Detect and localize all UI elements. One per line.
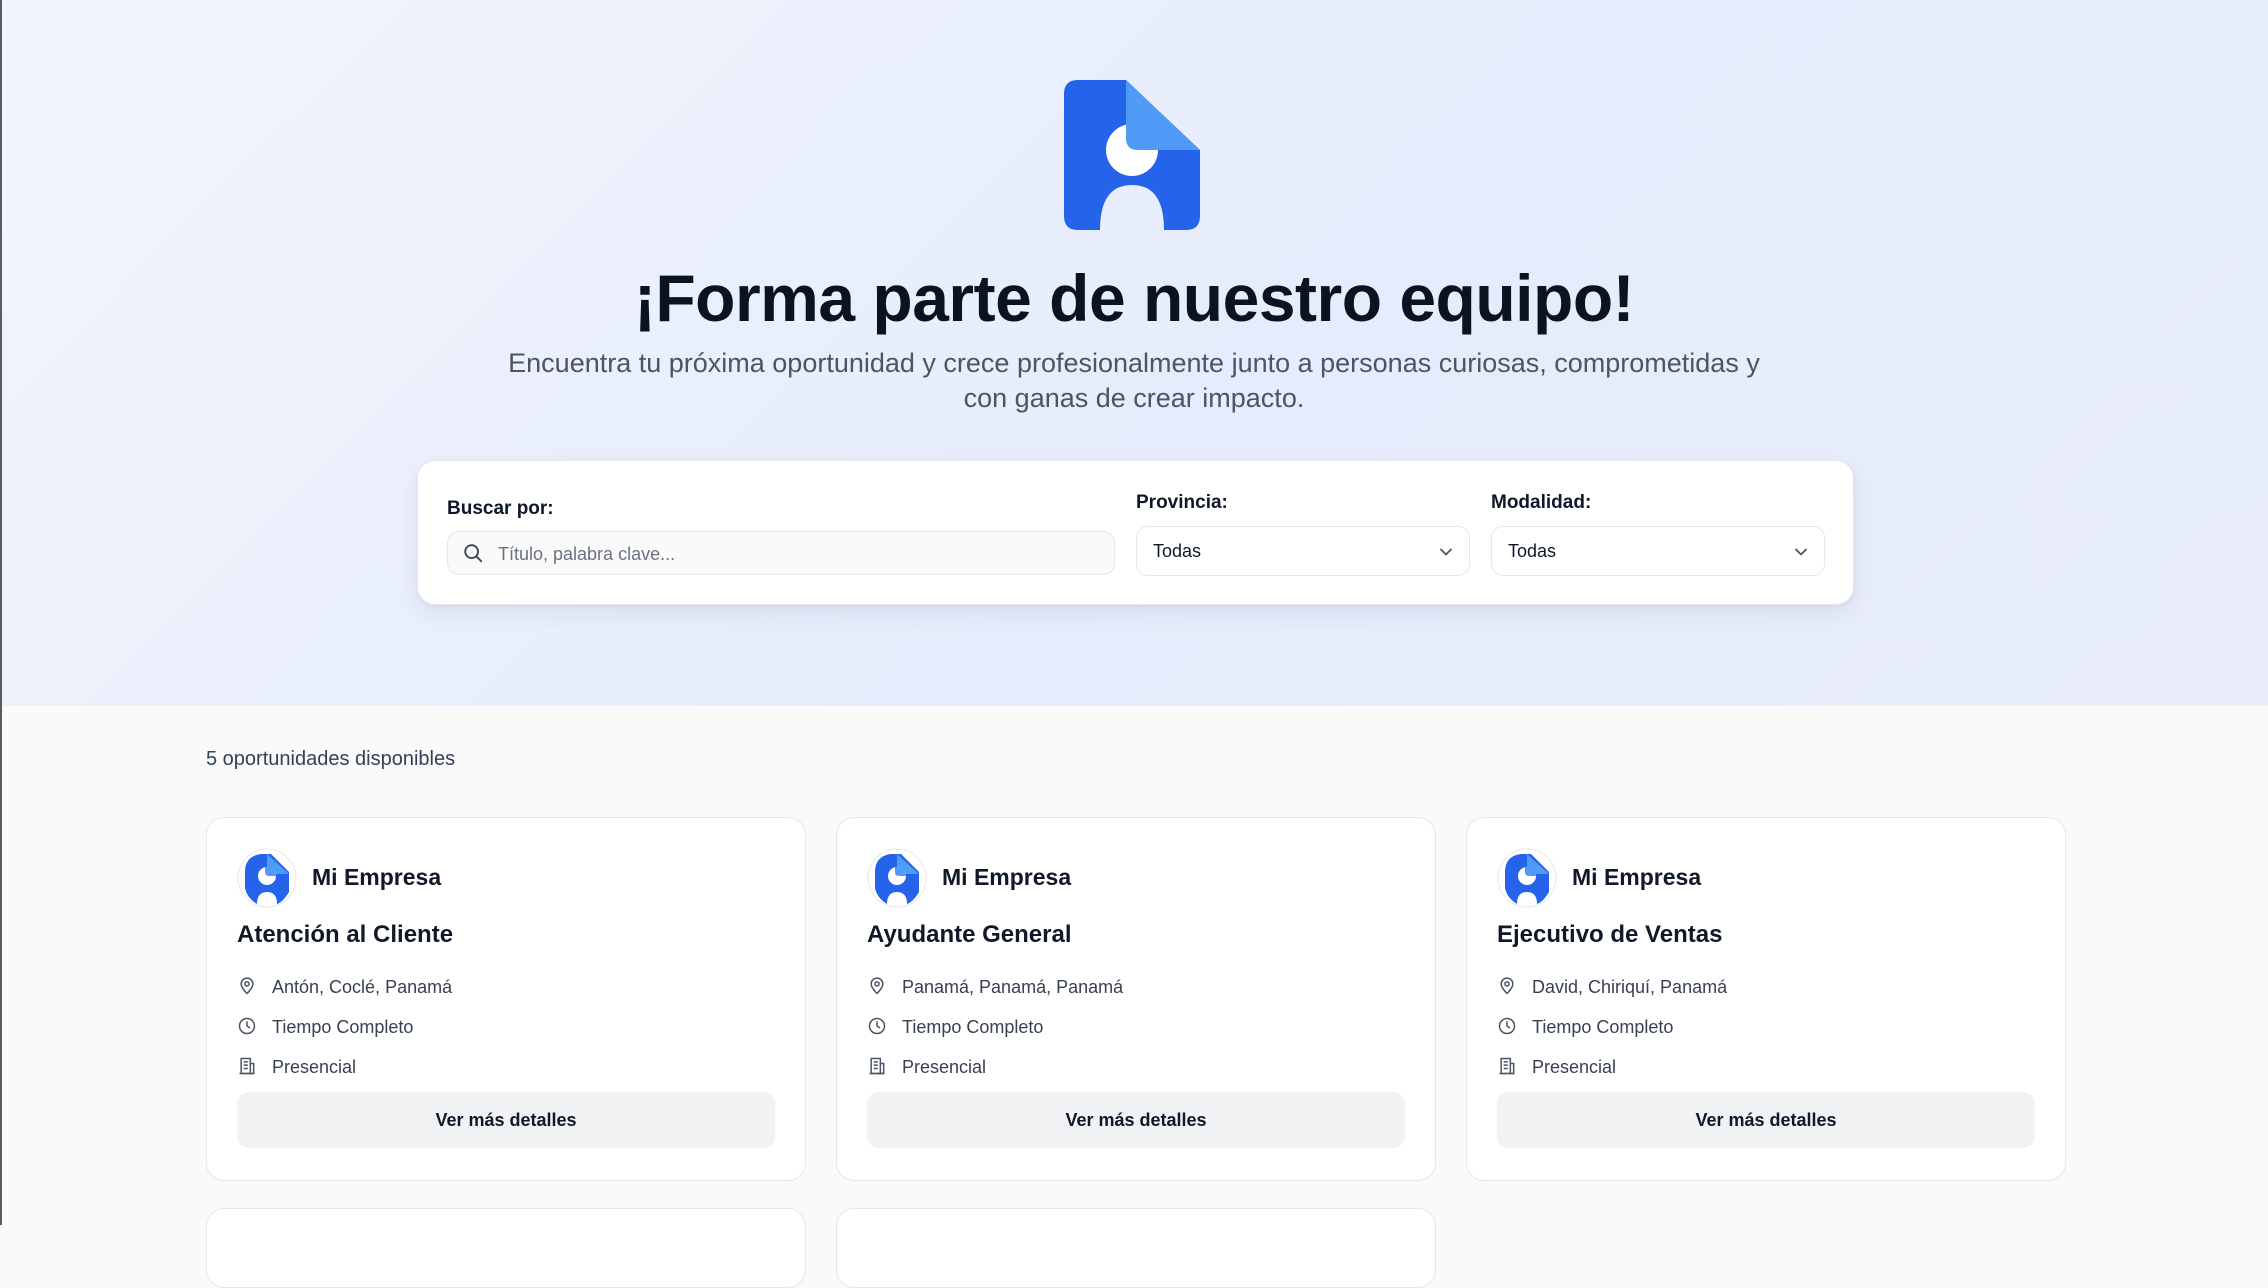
window-edge [0,0,2,1225]
search-icon [464,544,483,563]
logo-icon [1064,80,1200,230]
map-pin-icon [1500,977,1514,995]
building-icon [239,1057,255,1075]
subtitle-line-1: Encuentra tu próxima oportunidad y crece… [508,348,1760,378]
search-field[interactable] [447,531,1115,576]
job-card: Mi Empresa Ejecutivo de Ventas David, Ch… [1466,817,2066,1181]
view-details-button[interactable]: Ver más detalles [237,1092,775,1148]
page-subtitle: Encuentra tu próxima oportunidad y crece… [484,346,1784,416]
job-title: Ayudante General [867,921,1072,948]
clock-icon [868,1017,886,1035]
company-logo-icon [867,848,927,908]
page-title: ¡Forma parte de nuestro equipo! [633,261,1635,335]
job-card [206,1208,806,1288]
map-pin-icon [240,977,254,995]
job-card [836,1208,1436,1288]
job-title: Ejecutivo de Ventas [1497,921,1723,948]
modality-select-value: Todas [1508,541,1557,561]
company-logo-icon [1497,848,1557,908]
clock-icon [1498,1017,1516,1035]
search-input[interactable] [496,532,1100,576]
job-modality-text: Presencial [1532,1057,1617,1077]
company-name: Mi Empresa [942,864,1072,890]
job-modality-text: Presencial [272,1057,357,1077]
building-icon [869,1057,885,1075]
job-schedule-text: Tiempo Completo [1532,1017,1674,1037]
map-pin-icon [870,977,884,995]
building-icon [1499,1057,1515,1075]
job-schedule-text: Tiempo Completo [902,1017,1044,1037]
company-name: Mi Empresa [312,864,442,890]
job-location-text: David, Chiriquí, Panamá [1532,977,1728,997]
company-name: Mi Empresa [1572,864,1702,890]
job-location-text: Panamá, Panamá, Panamá [902,977,1124,997]
job-modality-text: Presencial [902,1057,987,1077]
province-select[interactable]: Todas [1136,526,1470,576]
province-label: Provincia: [1136,492,1228,513]
job-card: Mi Empresa Atención al Cliente Antón, Co… [206,817,806,1181]
search-label: Buscar por: [447,498,554,519]
modality-label: Modalidad: [1491,492,1592,513]
subtitle-line-2: con ganas de crear impacto. [963,383,1305,413]
results-count: 5 oportunidades disponibles [206,748,456,770]
search-filters-card: Buscar por: Provincia: Todas Modalidad: … [417,460,1854,605]
view-details-button[interactable]: Ver más detalles [1497,1092,2035,1148]
job-card: Mi Empresa Ayudante General Panamá, Pana… [836,817,1436,1181]
hero-section: ¡Forma parte de nuestro equipo! Encuentr… [0,0,2268,706]
company-logo-icon [237,848,297,908]
chevron-down-icon [1440,548,1452,556]
view-details-button[interactable]: Ver más detalles [867,1092,1405,1148]
modality-select[interactable]: Todas [1491,526,1825,576]
province-select-value: Todas [1153,541,1202,561]
job-location-text: Antón, Coclé, Panamá [272,977,453,997]
job-schedule-text: Tiempo Completo [272,1017,414,1037]
job-title: Atención al Cliente [237,921,454,948]
chevron-down-icon [1795,548,1807,556]
clock-icon [238,1017,256,1035]
